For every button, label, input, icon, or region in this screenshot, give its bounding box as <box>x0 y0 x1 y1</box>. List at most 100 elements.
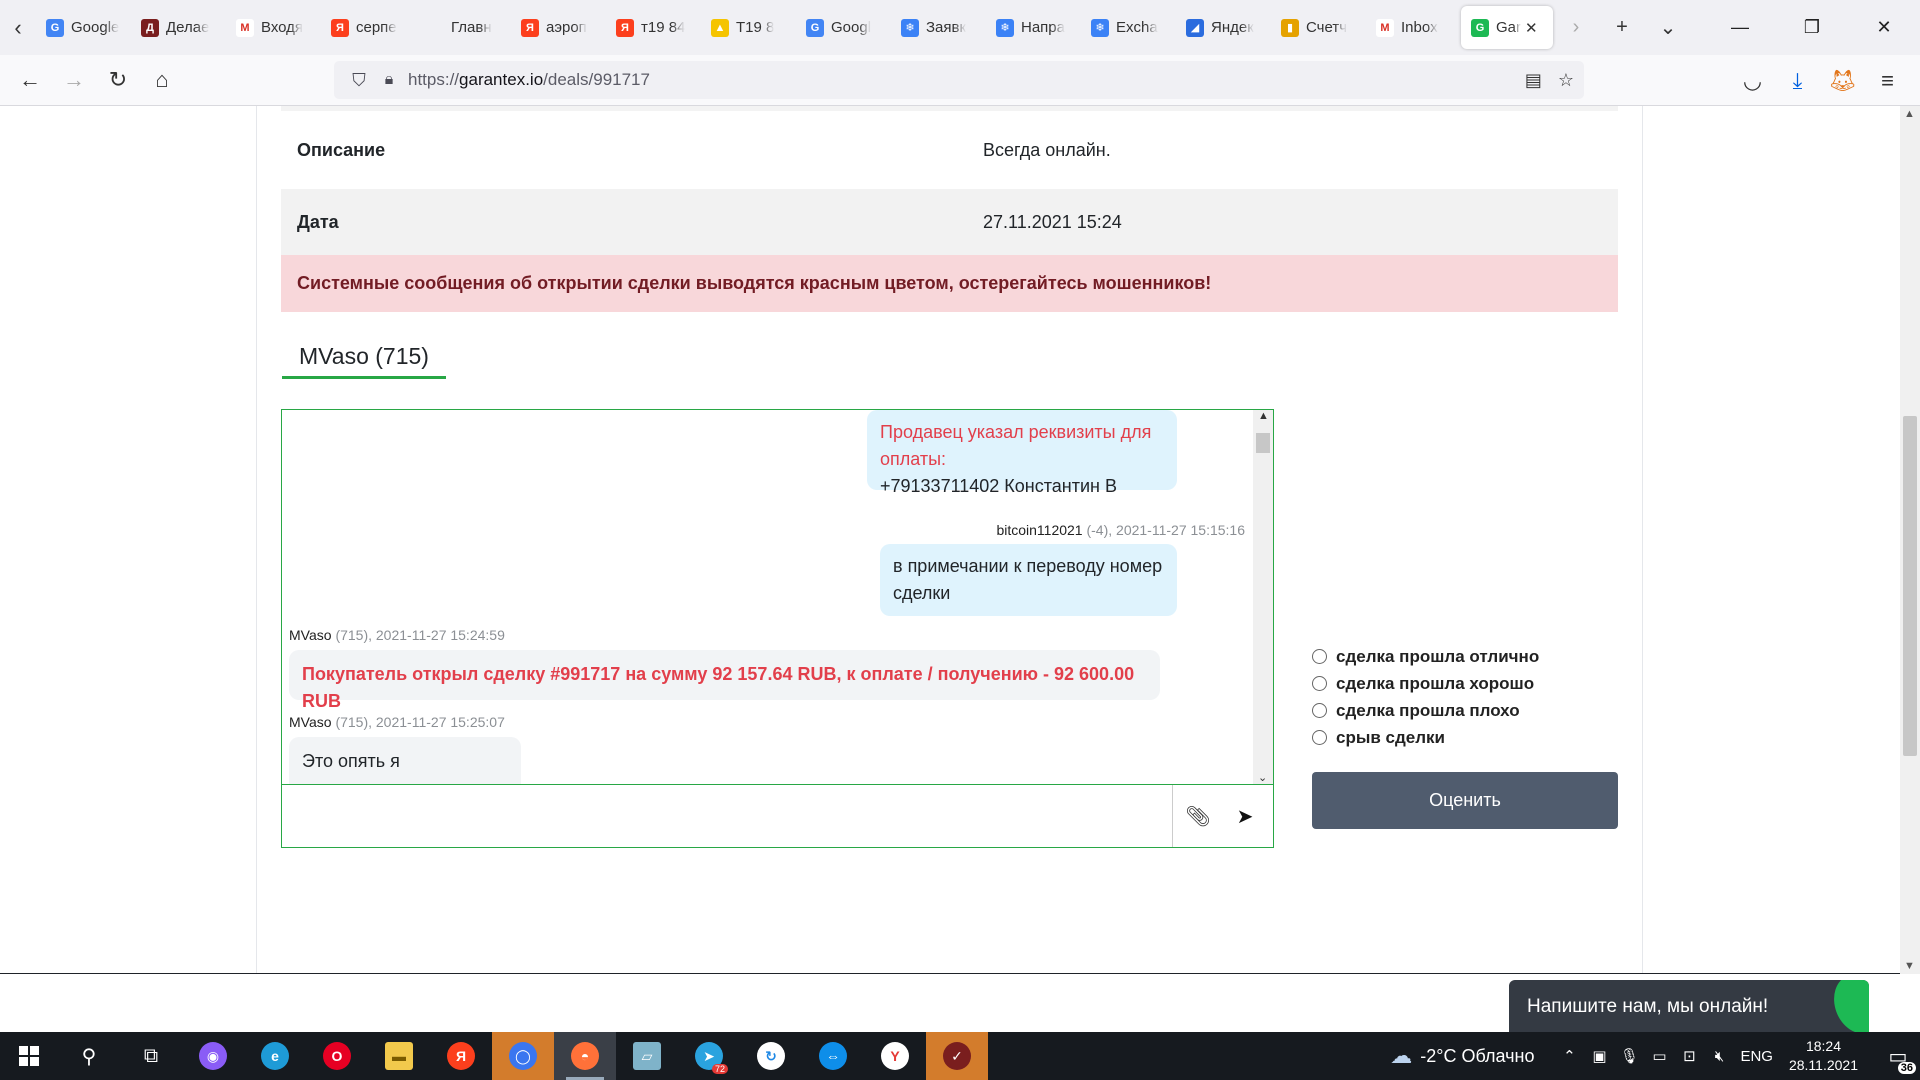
message-input[interactable] <box>282 785 1173 847</box>
lock-icon[interactable]: 🔒︎ <box>374 71 404 89</box>
browser-tab[interactable]: Д Делае <box>131 6 226 49</box>
alice-assistant-icon[interactable]: ◉ <box>182 1032 244 1080</box>
edge-browser-icon[interactable]: e <box>244 1032 306 1080</box>
deal-date-row: Дата 27.11.2021 15:24 <box>281 189 1618 255</box>
notes-app-icon[interactable]: ▱ <box>616 1032 678 1080</box>
tab-favicon-icon: ❄ <box>901 18 919 37</box>
rating-option[interactable]: сделка прошла плохо <box>1312 697 1539 724</box>
send-paper-plane-icon[interactable]: ➤ <box>1232 803 1258 829</box>
chat-messages[interactable]: Продавец указал реквизиты для оплаты: +7… <box>281 409 1274 785</box>
rating-option[interactable]: срыв сделки <box>1312 724 1539 751</box>
tab-counterparty[interactable]: MVaso (715) <box>282 336 446 379</box>
scroll-down-icon[interactable]: ⌄ <box>1258 771 1267 784</box>
camera-icon[interactable]: ▣ <box>1584 1047 1614 1065</box>
pocket-icon[interactable]: ◡ <box>1730 61 1775 101</box>
volume-muted-icon[interactable]: 🔇︎ <box>1704 1048 1734 1065</box>
signal-app-icon[interactable]: ◯ <box>492 1032 554 1080</box>
rating-radio[interactable] <box>1312 649 1327 664</box>
home-icon[interactable]: ⌂ <box>140 60 184 100</box>
chat-scroll-thumb[interactable] <box>1256 433 1270 453</box>
start-button[interactable] <box>0 1032 58 1080</box>
restore-icon[interactable]: ❐ <box>1776 0 1848 55</box>
support-chat-widget[interactable]: Напишите нам, мы онлайн! <box>1509 980 1869 1034</box>
scroll-up-icon[interactable]: ▲ <box>1904 108 1915 120</box>
browser-tab[interactable]: Главн <box>416 6 511 49</box>
browser-tab[interactable]: ▲ T19 8 <box>701 6 796 49</box>
tab-garantex[interactable]: G Gar ✕ <box>1461 6 1553 49</box>
scroll-down-icon[interactable]: ▼ <box>1904 960 1915 972</box>
browser-tab[interactable]: ❄ Напра <box>986 6 1081 49</box>
language-indicator[interactable]: ENG <box>1740 1048 1773 1065</box>
microphone-icon[interactable]: 🎙︎ <box>1614 1047 1644 1065</box>
message-author: MVaso <box>289 627 332 643</box>
system-clock[interactable]: 18:24 28.11.2021 <box>1789 1037 1858 1075</box>
downloads-icon[interactable]: ⤓ <box>1775 61 1820 101</box>
browser-tab[interactable]: M Inbox <box>1366 6 1461 49</box>
page-scrollbar[interactable]: ▲ ▼ <box>1900 106 1920 974</box>
message-text: Это опять я <box>302 751 400 771</box>
close-tab-icon[interactable]: ✕ <box>1525 19 1538 37</box>
tab-list-back-icon[interactable]: ‹ <box>0 0 36 55</box>
notifications-icon[interactable]: ▭ 36 <box>1876 1032 1920 1080</box>
close-window-icon[interactable]: ✕ <box>1848 0 1920 55</box>
scroll-up-icon[interactable]: ▲ <box>1258 410 1269 422</box>
browser-tab[interactable]: Ят19 84 <box>606 6 701 49</box>
tab-list-forward-icon[interactable]: › <box>1553 0 1599 55</box>
browser-tab[interactable]: G Google <box>36 6 131 49</box>
vpn-app-icon[interactable]: ✓ <box>926 1032 988 1080</box>
rating-option-label: сделка прошла отлично <box>1336 646 1540 666</box>
network-icon[interactable]: ⊡ <box>1674 1047 1704 1065</box>
menu-hamburger-icon[interactable]: ≡ <box>1865 61 1910 101</box>
minimize-icon[interactable]: — <box>1704 0 1776 55</box>
reload-icon[interactable]: ↻ <box>96 60 140 100</box>
battery-icon[interactable]: ▭ <box>1644 1047 1674 1065</box>
metamask-extension-icon[interactable]: 🦊︎ <box>1820 61 1865 101</box>
system-message: Покупатель открыл сделку #991717 на сумм… <box>289 650 1160 711</box>
yandex-browser-icon[interactable]: Я <box>430 1032 492 1080</box>
opera-browser-icon[interactable]: O <box>306 1032 368 1080</box>
yandex-icon[interactable]: Y <box>864 1032 926 1080</box>
rating-option[interactable]: сделка прошла хорошо <box>1312 670 1539 697</box>
new-tab-plus-icon[interactable]: + <box>1599 0 1645 55</box>
message-timestamp: (715), 2021-11-27 15:25:07 <box>335 714 505 730</box>
browser-tab[interactable]: Яаэроп <box>511 6 606 49</box>
file-explorer-icon[interactable]: ▬ <box>368 1032 430 1080</box>
rating-radio[interactable] <box>1312 730 1327 745</box>
weather-widget[interactable]: ☁ -2°C Облачно <box>1390 1043 1534 1069</box>
tab-label: Inbox <box>1401 19 1438 36</box>
tracking-shield-icon[interactable]: ⛉ <box>344 70 374 91</box>
chevron-up-icon[interactable]: ⌃ <box>1554 1047 1584 1065</box>
chat-scrollbar[interactable]: ▲ ⌄ <box>1253 410 1273 784</box>
browser-tab[interactable]: ◢ Яндек <box>1176 6 1271 49</box>
rating-option[interactable]: сделка прошла отлично <box>1312 643 1539 670</box>
sync-app-icon[interactable]: ↻ <box>740 1032 802 1080</box>
browser-tab[interactable]: ❄ Excha <box>1081 6 1176 49</box>
submit-rating-button[interactable]: Оценить <box>1312 772 1618 829</box>
paperclip-attach-icon[interactable]: 📎︎ <box>1185 803 1211 829</box>
teamviewer-icon[interactable]: ⇔ <box>802 1032 864 1080</box>
telegram-app-icon[interactable]: ➤ 72 <box>678 1032 740 1080</box>
back-arrow-icon[interactable]: ← <box>8 60 52 100</box>
forward-arrow-icon[interactable]: → <box>52 60 96 100</box>
firefox-browser-icon[interactable]: ◓ <box>554 1032 616 1080</box>
browser-tab[interactable]: ❄ Заявк <box>891 6 986 49</box>
rating-radio[interactable] <box>1312 676 1327 691</box>
url-bar[interactable]: ⛉ 🔒︎ https://garantex.io/deals/991717 ▤ … <box>334 61 1584 99</box>
task-view-icon[interactable]: ⧉ <box>120 1032 182 1080</box>
browser-tab[interactable]: Ясерпе <box>321 6 416 49</box>
browser-tab[interactable]: M Входя <box>226 6 321 49</box>
url-host: garantex.io <box>459 70 544 89</box>
search-icon[interactable]: ⚲ <box>58 1032 120 1080</box>
reader-view-icon[interactable]: ▤ <box>1525 70 1542 91</box>
page-scroll-thumb[interactable] <box>1903 416 1917 756</box>
toolbar-right: ◡ ⤓ 🦊︎ ≡ <box>1730 55 1910 106</box>
bookmark-star-icon[interactable]: ☆ <box>1558 70 1574 91</box>
tab-favicon-icon: Д <box>141 18 159 37</box>
description-value: Всегда онлайн. <box>983 139 1111 160</box>
list-all-tabs-chevron-icon[interactable]: ⌄ <box>1645 0 1691 55</box>
browser-tab[interactable]: ▮ Счетч <box>1271 6 1366 49</box>
rating-radio[interactable] <box>1312 703 1327 718</box>
chat-message: в примечании к переводу номер сделки <box>880 544 1177 616</box>
url-text[interactable]: https://garantex.io/deals/991717 <box>408 70 650 90</box>
browser-tab[interactable]: G Googl <box>796 6 891 49</box>
